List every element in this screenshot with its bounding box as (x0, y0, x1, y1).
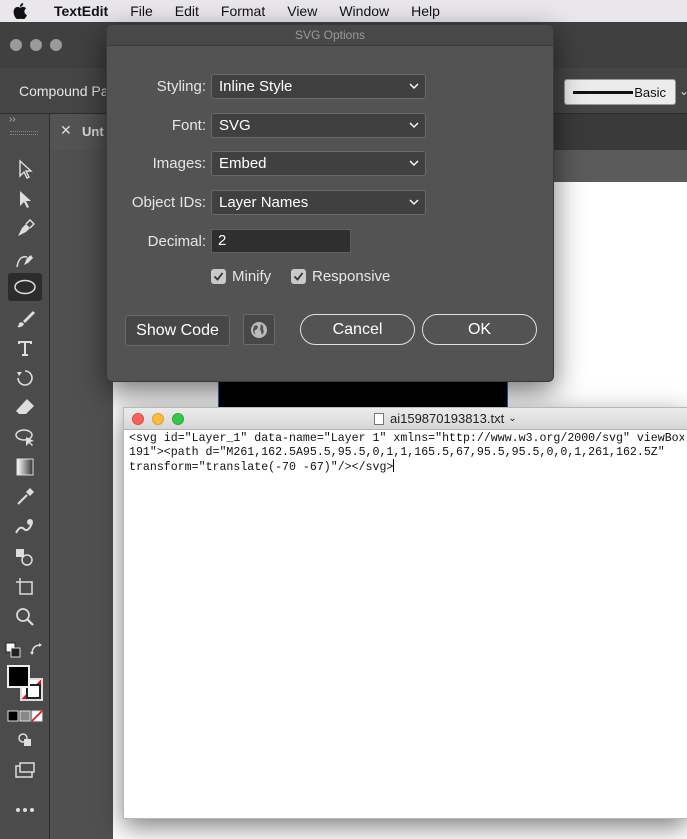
styling-value: Inline Style (219, 78, 293, 95)
chevron-down-icon: ⌄ (508, 413, 517, 424)
object-ids-value: Layer Names (219, 194, 309, 211)
minimize-window-icon[interactable] (30, 39, 42, 51)
show-code-button[interactable]: Show Code (125, 315, 230, 346)
menu-format[interactable]: Format (210, 0, 276, 22)
swap-fill-stroke-icon[interactable] (26, 636, 48, 664)
decimal-label: Decimal: (147, 233, 206, 250)
responsive-checkbox[interactable]: Responsive (291, 268, 390, 285)
menu-bar: TextEdit File Edit Format View Window He… (0, 0, 687, 22)
close-tab-icon[interactable]: ✕ (60, 122, 72, 139)
stroke-profile-label: Basic (634, 85, 666, 100)
content-line: <svg id="Layer_1" data-name="Layer 1" xm… (129, 432, 684, 445)
draw-mode-icon[interactable] (8, 726, 42, 754)
chevron-down-icon (409, 83, 419, 89)
panel-grip[interactable] (10, 131, 38, 135)
menu-app-textedit[interactable]: TextEdit (40, 0, 119, 22)
textedit-window: ai159870193813.txt ⌄ <svg id="Layer_1" d… (123, 407, 687, 819)
close-window-icon[interactable] (132, 413, 144, 425)
eyedropper-tool-icon[interactable] (8, 483, 42, 511)
apple-logo-icon[interactable] (0, 3, 40, 19)
content-line: transform="translate(-70 -67)"/></svg> (129, 459, 684, 475)
images-select[interactable]: Embed (211, 151, 426, 176)
textedit-content[interactable]: <svg id="Layer_1" data-name="Layer 1" xm… (129, 432, 684, 812)
paintbrush-tool-icon[interactable] (8, 305, 42, 333)
textedit-filename: ai159870193813.txt (390, 411, 505, 426)
minify-label: Minify (232, 268, 272, 285)
stroke-profile-preview (573, 91, 633, 94)
curvature-tool-icon[interactable] (8, 245, 42, 273)
content-line: 191"><path d="M261,162.5A95.5,95.5,0,1,1… (129, 445, 665, 459)
collapse-panel-icon[interactable]: ›› (9, 114, 16, 125)
menu-edit[interactable]: Edit (164, 0, 210, 22)
textedit-title[interactable]: ai159870193813.txt ⌄ (374, 411, 517, 426)
content-line-text: transform="translate(-70 -67)"/></svg> (129, 461, 394, 474)
svg-options-dialog: SVG Options Styling: Inline Style Font: … (106, 24, 554, 382)
screen-mode-icon[interactable] (8, 756, 42, 784)
responsive-label: Responsive (312, 268, 391, 285)
eraser-tool-icon[interactable] (8, 393, 42, 421)
checkmark-icon (211, 269, 226, 284)
chevron-down-icon (409, 199, 419, 205)
cancel-button[interactable]: Cancel (300, 314, 415, 345)
images-label: Images: (152, 155, 206, 172)
object-ids-select[interactable]: Layer Names (211, 190, 426, 215)
decimal-input[interactable]: 2 (211, 229, 351, 253)
zoom-window-icon[interactable] (172, 413, 184, 425)
close-window-icon[interactable] (10, 39, 22, 51)
chevron-down-icon[interactable]: ⌄ (679, 84, 687, 98)
chevron-down-icon (409, 122, 419, 128)
textedit-titlebar: ai159870193813.txt ⌄ (124, 408, 687, 430)
images-value: Embed (219, 155, 267, 172)
default-fill-stroke-icon[interactable] (2, 636, 24, 664)
dialog-title: SVG Options (107, 25, 553, 46)
zoom-tool-icon[interactable] (8, 603, 42, 631)
styling-label: Styling: (156, 78, 206, 95)
more-tools-icon[interactable] (8, 796, 42, 824)
menu-view[interactable]: View (276, 0, 328, 22)
rotate-tool-icon[interactable] (8, 364, 42, 392)
zoom-window-icon[interactable] (50, 39, 62, 51)
gradient-tool-icon[interactable] (8, 453, 42, 481)
font-value: SVG (219, 117, 251, 134)
lasso-tool-icon[interactable] (8, 423, 42, 451)
stroke-profile-dropdown[interactable]: Basic (564, 79, 676, 105)
menu-file[interactable]: File (119, 0, 164, 22)
selection-tool-icon[interactable] (8, 155, 42, 183)
ellipse-tool-icon[interactable] (8, 273, 42, 301)
shape-builder-tool-icon[interactable] (8, 543, 42, 571)
text-caret (393, 459, 395, 472)
font-label: Font: (171, 117, 206, 134)
minify-checkbox[interactable]: Minify (211, 268, 271, 285)
puppet-warp-tool-icon[interactable] (8, 513, 42, 541)
minimize-window-icon[interactable] (152, 413, 164, 425)
web-preview-button[interactable] (243, 314, 275, 345)
type-tool-icon[interactable] (8, 334, 42, 362)
chevron-down-icon (409, 160, 419, 166)
checkmark-icon (291, 269, 306, 284)
pen-tool-icon[interactable] (8, 215, 42, 243)
direct-selection-tool-icon[interactable] (8, 185, 42, 213)
artboard-tool-icon[interactable] (8, 573, 42, 601)
menu-window[interactable]: Window (328, 0, 400, 22)
document-icon (374, 412, 384, 425)
font-select[interactable]: SVG (211, 113, 426, 138)
globe-icon (251, 321, 267, 338)
ok-button[interactable]: OK (422, 314, 537, 345)
pasteboard-left (51, 150, 113, 839)
object-ids-label: Object IDs: (131, 194, 206, 211)
styling-select[interactable]: Inline Style (211, 74, 426, 99)
selection-type-label: Compound Pat (19, 83, 113, 99)
menu-help[interactable]: Help (400, 0, 451, 22)
fill-color-swatch[interactable] (7, 665, 30, 688)
